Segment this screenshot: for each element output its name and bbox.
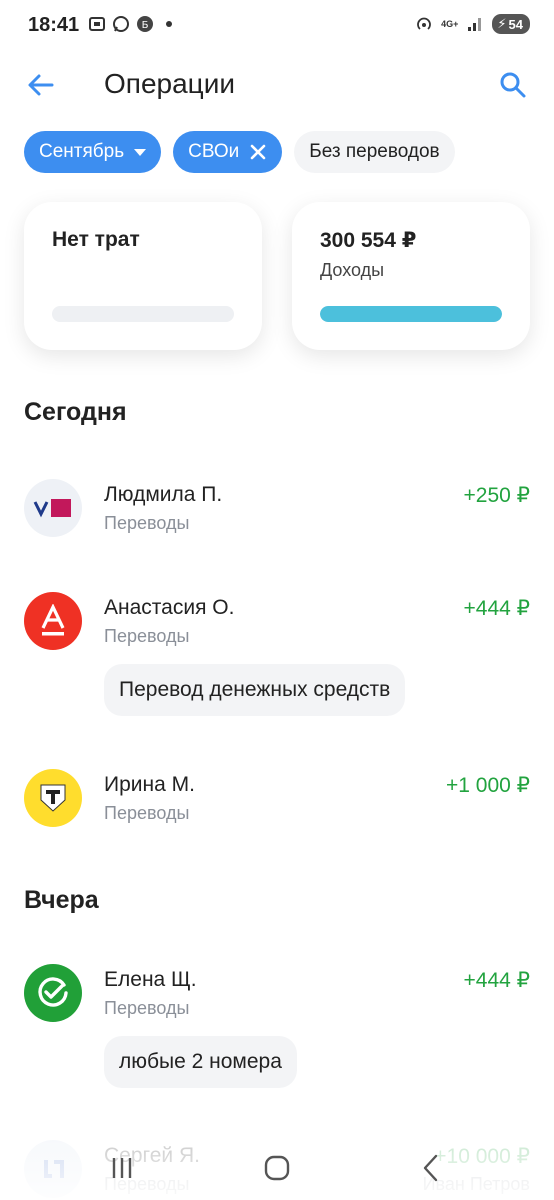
svg-text:Б: Б: [142, 20, 149, 31]
close-icon[interactable]: [249, 143, 267, 161]
status-notification-icons: Б: [88, 15, 172, 33]
transaction-comment: любые 2 номера: [104, 1036, 297, 1088]
app-bar: Операции: [0, 60, 554, 110]
screenshot-icon: [89, 17, 105, 31]
transaction-category: Переводы: [104, 626, 190, 646]
transaction-amount: +250 ₽: [463, 484, 531, 507]
transaction-name: Елена Щ.: [104, 968, 197, 991]
signal-icon: [468, 18, 482, 31]
system-nav-bar: [0, 1140, 554, 1200]
recent-apps-icon[interactable]: [104, 1150, 140, 1186]
transaction-name: Анастасия О.: [104, 596, 235, 619]
home-icon[interactable]: [259, 1150, 295, 1186]
more-notifications-dot: [166, 21, 172, 27]
charging-icon: ⚡: [497, 16, 507, 31]
income-amount: 300 554 ₽: [320, 229, 417, 252]
transaction-category: Переводы: [104, 998, 190, 1018]
search-icon[interactable]: [498, 70, 528, 100]
chip-month-label: Сентябрь: [39, 141, 125, 162]
network-type: 4G+: [441, 18, 459, 29]
transaction-amount: +444 ₽: [463, 969, 531, 992]
transaction-category: Переводы: [104, 803, 190, 823]
transaction-amount: +1 000 ₽: [445, 774, 530, 797]
chip-no-transfers[interactable]: Без переводов: [294, 131, 455, 173]
battery-level: 54: [508, 16, 523, 32]
alfa-bank-logo-icon: [24, 592, 82, 650]
status-system-icons: 4G+ ⚡ 54: [415, 14, 530, 34]
back-nav-icon[interactable]: [414, 1150, 450, 1186]
pochta-bank-logo-icon: [24, 479, 82, 537]
income-progress-bar: [320, 306, 502, 322]
status-time: 18:41: [28, 14, 80, 36]
app-b-icon: Б: [137, 16, 153, 32]
section-title-today: Сегодня: [24, 398, 127, 426]
chip-month[interactable]: Сентябрь: [24, 131, 162, 173]
spend-summary-card[interactable]: Нет трат: [24, 202, 262, 350]
tbank-logo-icon: [24, 769, 82, 827]
sber-logo-icon: [24, 964, 82, 1022]
transaction-amount: +444 ₽: [463, 597, 531, 620]
spend-progress-bar: [52, 306, 234, 322]
income-summary-card[interactable]: 300 554 ₽ Доходы: [292, 202, 530, 350]
income-progress-fill: [320, 306, 502, 322]
hotspot-icon: [417, 17, 431, 30]
filter-chips: Сентябрь СВОи Без переводов: [24, 131, 455, 173]
income-label: Доходы: [320, 260, 385, 280]
chip-no-transfers-label: Без переводов: [309, 141, 440, 162]
transaction-name: Людмила П.: [104, 483, 223, 506]
transaction-comment: Перевод денежных средств: [104, 664, 406, 716]
section-title-yesterday: Вчера: [24, 886, 99, 914]
chevron-down-icon: [134, 148, 147, 156]
battery-indicator: ⚡ 54: [492, 14, 530, 34]
spend-title: Нет трат: [52, 228, 140, 251]
page-title: Операции: [104, 68, 235, 99]
chip-category-label: СВОи: [188, 141, 240, 162]
whatsapp-icon: [113, 16, 129, 32]
transaction-category: Переводы: [104, 513, 190, 533]
chip-category[interactable]: СВОи: [173, 131, 283, 173]
transaction-name: Ирина М.: [104, 773, 195, 796]
status-bar: 18:41 Б 4G+ ⚡ 54: [0, 0, 554, 52]
back-arrow-icon[interactable]: [26, 70, 56, 100]
